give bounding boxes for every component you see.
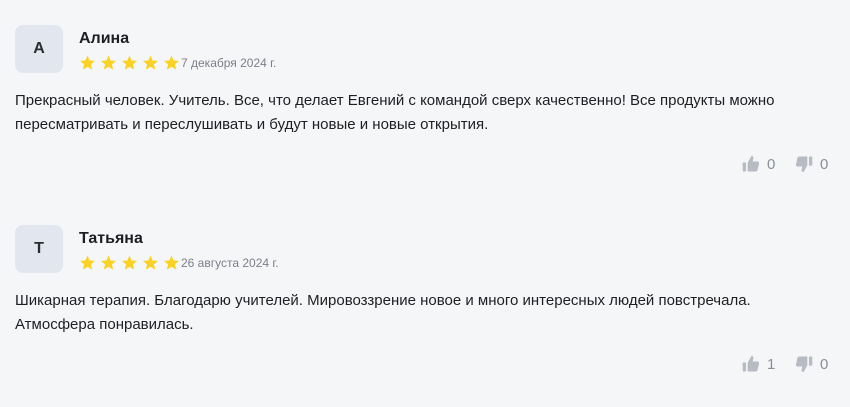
review-author: Алина	[79, 30, 130, 47]
star-icon	[80, 55, 95, 70]
review-text-line: Прекрасный человек. Учитель. Все, что де…	[15, 92, 775, 109]
star-icon	[143, 55, 158, 70]
dislike-count: 0	[820, 355, 829, 373]
review-text-line: пересматривать и переслушивать и будут н…	[15, 116, 489, 133]
star-icon	[164, 255, 179, 270]
review-author: Татьяна	[79, 230, 143, 247]
vote-bar: 1 0	[741, 354, 829, 374]
review-text-line: Атмосфера понравилась.	[15, 316, 194, 333]
avatar-initial: Т	[34, 240, 44, 257]
thumbs-up-icon	[742, 355, 760, 372]
thumbs-down-icon	[795, 356, 813, 373]
star-icon	[122, 255, 137, 270]
thumbs-up-icon	[742, 155, 760, 172]
star-icon	[122, 55, 137, 70]
dislike-count: 0	[820, 155, 829, 173]
star-icon	[101, 55, 116, 70]
vote-bar: 0 0	[741, 154, 829, 174]
review-text: Прекрасный человек. Учитель. Все, что де…	[15, 89, 795, 137]
star-icon	[143, 255, 158, 270]
review-text-line: Шикарная терапия. Благодарю учителей. Ми…	[15, 292, 751, 309]
thumbs-down-icon	[795, 156, 813, 173]
dislike-button[interactable]: 0	[794, 154, 829, 174]
avatar: А	[15, 25, 63, 73]
star-icon	[101, 255, 116, 270]
like-count: 1	[767, 355, 776, 373]
review-text: Шикарная терапия. Благодарю учителей. Ми…	[15, 289, 795, 337]
like-button[interactable]: 1	[741, 354, 776, 374]
rating-stars	[78, 254, 181, 272]
avatar: Т	[15, 225, 63, 273]
like-button[interactable]: 0	[741, 154, 776, 174]
like-count: 0	[767, 155, 776, 173]
star-icon	[80, 255, 95, 270]
dislike-button[interactable]: 0	[794, 354, 829, 374]
rating-stars	[78, 54, 181, 72]
avatar-initial: А	[33, 40, 45, 57]
star-icon	[164, 55, 179, 70]
review-date: 7 декабря 2024 г.	[181, 56, 277, 70]
review-date: 26 августа 2024 г.	[181, 256, 279, 270]
